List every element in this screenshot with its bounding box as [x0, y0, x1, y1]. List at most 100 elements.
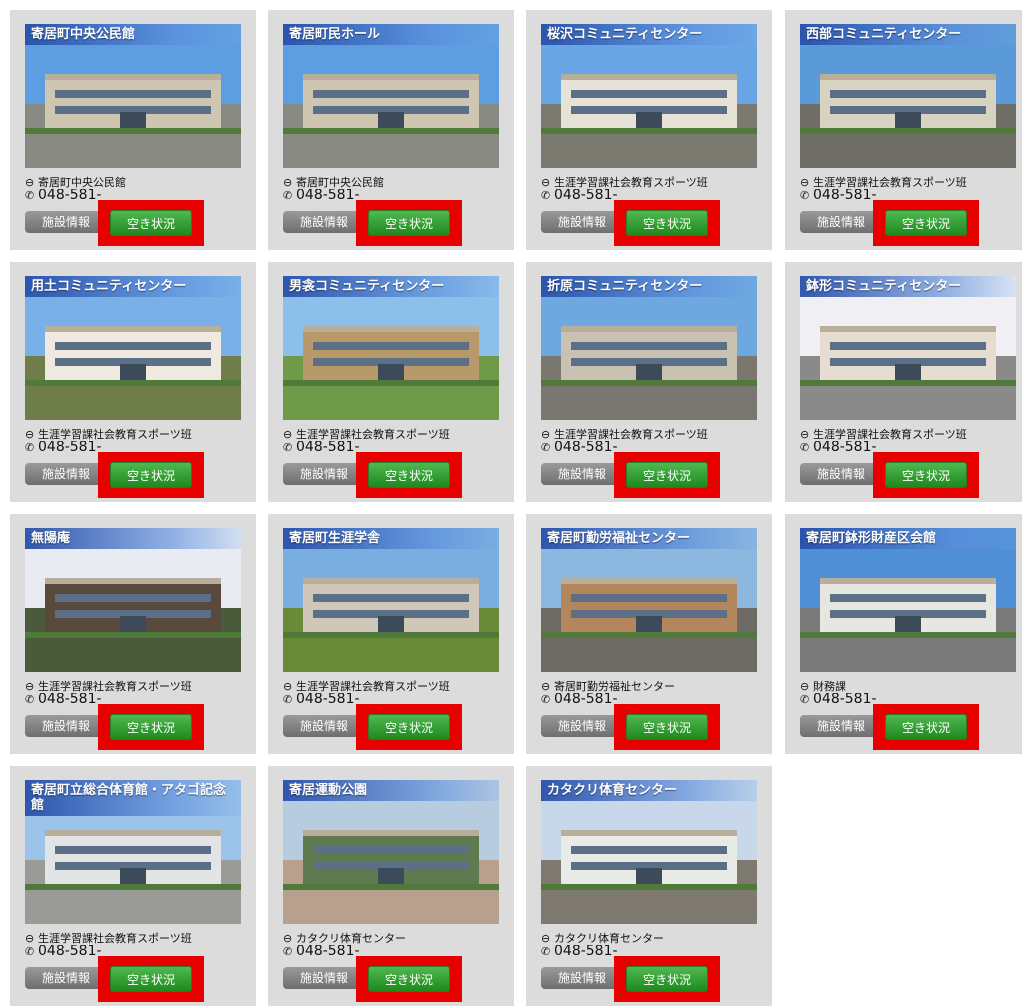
- facility-card-8: 鉢形コミュニティセンター ⊖ 生涯学習課社会教育スポーツ班 ✆ 048-581-…: [785, 262, 1022, 502]
- facility-info-button[interactable]: 施設情報: [800, 211, 882, 233]
- facility-photo[interactable]: 寄居町立総合体育館・アタゴ記念館: [25, 780, 241, 924]
- availability-button[interactable]: 空き状況: [368, 210, 450, 236]
- facility-phone: 048-581-: [813, 441, 877, 454]
- facility-info-button[interactable]: 施設情報: [800, 715, 882, 737]
- facility-contact: ⊖ 寄居町中央公民館 ✆ 048-581-: [283, 176, 505, 202]
- facility-contact: ⊖ 寄居町勤労福祉センター ✆ 048-581-: [541, 680, 763, 706]
- phone-icon: ✆: [541, 945, 551, 958]
- phone-icon: ✆: [25, 693, 35, 706]
- person-circle-icon: ⊖: [283, 680, 293, 693]
- facility-info-button[interactable]: 施設情報: [541, 967, 623, 989]
- person-circle-icon: ⊖: [25, 680, 35, 693]
- facility-photo[interactable]: 鉢形コミュニティセンター: [800, 276, 1016, 420]
- facility-title: 鉢形コミュニティセンター: [800, 276, 1016, 297]
- facility-info-button[interactable]: 施設情報: [541, 715, 623, 737]
- building-photo-icon: [800, 276, 1016, 420]
- facility-info-button[interactable]: 施設情報: [25, 211, 107, 233]
- phone-icon: ✆: [25, 945, 35, 958]
- availability-highlight: 空き状況: [356, 956, 462, 1002]
- person-circle-icon: ⊖: [541, 428, 551, 441]
- facility-contact: ⊖ 寄居町中央公民館 ✆ 048-581-: [25, 176, 247, 202]
- availability-highlight: 空き状況: [98, 704, 204, 750]
- facility-card-5: 用土コミュニティセンター ⊖ 生涯学習課社会教育スポーツ班 ✆ 048-581-…: [10, 262, 256, 502]
- facility-photo[interactable]: 寄居町生涯学舎: [283, 528, 499, 672]
- phone-icon: ✆: [541, 189, 551, 202]
- availability-button[interactable]: 空き状況: [626, 462, 708, 488]
- facility-photo[interactable]: 寄居町勤労福祉センター: [541, 528, 757, 672]
- availability-button[interactable]: 空き状況: [368, 714, 450, 740]
- facility-contact: ⊖ 生涯学習課社会教育スポーツ班 ✆ 048-581-: [800, 176, 1022, 202]
- facility-department: 生涯学習課社会教育スポーツ班: [296, 680, 450, 693]
- availability-button[interactable]: 空き状況: [368, 966, 450, 992]
- facility-photo[interactable]: 折原コミュニティセンター: [541, 276, 757, 420]
- facility-photo[interactable]: 無陽庵: [25, 528, 241, 672]
- availability-highlight: 空き状況: [614, 704, 720, 750]
- facility-photo[interactable]: 寄居町鉢形財産区会館: [800, 528, 1016, 672]
- availability-highlight: 空き状況: [356, 704, 462, 750]
- facility-contact: ⊖ 生涯学習課社会教育スポーツ班 ✆ 048-581-: [800, 428, 1022, 454]
- facility-card-9: 無陽庵 ⊖ 生涯学習課社会教育スポーツ班 ✆ 048-581- 施設情報 空き状…: [10, 514, 256, 754]
- facility-department: カタクリ体育センター: [296, 932, 406, 945]
- phone-icon: ✆: [800, 693, 810, 706]
- person-circle-icon: ⊖: [541, 680, 551, 693]
- facility-contact: ⊖ 生涯学習課社会教育スポーツ班 ✆ 048-581-: [25, 428, 247, 454]
- facility-info-button[interactable]: 施設情報: [25, 463, 107, 485]
- availability-button[interactable]: 空き状況: [885, 714, 967, 740]
- person-circle-icon: ⊖: [283, 428, 293, 441]
- availability-highlight: 空き状況: [873, 200, 979, 246]
- facility-photo[interactable]: 西部コミュニティセンター: [800, 24, 1016, 168]
- availability-highlight: 空き状況: [98, 956, 204, 1002]
- facility-photo[interactable]: 寄居運動公園: [283, 780, 499, 924]
- facility-title: 西部コミュニティセンター: [800, 24, 1016, 45]
- facility-info-button[interactable]: 施設情報: [283, 211, 365, 233]
- person-circle-icon: ⊖: [283, 932, 293, 945]
- facility-title: 寄居運動公園: [283, 780, 499, 801]
- availability-button[interactable]: 空き状況: [885, 462, 967, 488]
- facility-department: 生涯学習課社会教育スポーツ班: [38, 428, 192, 441]
- phone-icon: ✆: [283, 189, 293, 202]
- facility-department: 生涯学習課社会教育スポーツ班: [554, 428, 708, 441]
- facility-info-button[interactable]: 施設情報: [800, 463, 882, 485]
- facility-info-button[interactable]: 施設情報: [541, 211, 623, 233]
- building-photo-icon: [25, 276, 241, 420]
- facility-card-6: 男衾コミュニティセンター ⊖ 生涯学習課社会教育スポーツ班 ✆ 048-581-…: [268, 262, 514, 502]
- facility-photo[interactable]: 用土コミュニティセンター: [25, 276, 241, 420]
- facility-department: 生涯学習課社会教育スポーツ班: [554, 176, 708, 189]
- availability-button[interactable]: 空き状況: [626, 966, 708, 992]
- facility-photo[interactable]: 桜沢コミュニティセンター: [541, 24, 757, 168]
- facility-photo[interactable]: 男衾コミュニティセンター: [283, 276, 499, 420]
- availability-button[interactable]: 空き状況: [885, 210, 967, 236]
- facility-title: 折原コミュニティセンター: [541, 276, 757, 297]
- facility-department: 寄居町中央公民館: [296, 176, 384, 189]
- facility-photo[interactable]: カタクリ体育センター: [541, 780, 757, 924]
- facility-department: 生涯学習課社会教育スポーツ班: [813, 428, 967, 441]
- availability-button[interactable]: 空き状況: [110, 966, 192, 992]
- availability-highlight: 空き状況: [98, 200, 204, 246]
- facility-info-button[interactable]: 施設情報: [25, 967, 107, 989]
- availability-button[interactable]: 空き状況: [368, 462, 450, 488]
- availability-button[interactable]: 空き状況: [110, 462, 192, 488]
- facility-title: 寄居町勤労福祉センター: [541, 528, 757, 549]
- facility-department: 生涯学習課社会教育スポーツ班: [296, 428, 450, 441]
- availability-button[interactable]: 空き状況: [626, 210, 708, 236]
- availability-button[interactable]: 空き状況: [626, 714, 708, 740]
- phone-icon: ✆: [541, 441, 551, 454]
- facility-info-button[interactable]: 施設情報: [541, 463, 623, 485]
- phone-icon: ✆: [283, 693, 293, 706]
- facility-title: 寄居町立総合体育館・アタゴ記念館: [25, 780, 241, 816]
- availability-highlight: 空き状況: [873, 704, 979, 750]
- availability-button[interactable]: 空き状況: [110, 714, 192, 740]
- building-photo-icon: [800, 528, 1016, 672]
- facility-department: 生涯学習課社会教育スポーツ班: [38, 680, 192, 693]
- building-photo-icon: [541, 24, 757, 168]
- facility-info-button[interactable]: 施設情報: [283, 715, 365, 737]
- phone-icon: ✆: [800, 441, 810, 454]
- facility-info-button[interactable]: 施設情報: [25, 715, 107, 737]
- facility-info-button[interactable]: 施設情報: [283, 967, 365, 989]
- facility-photo[interactable]: 寄居町民ホール: [283, 24, 499, 168]
- facility-photo[interactable]: 寄居町中央公民館: [25, 24, 241, 168]
- facility-info-button[interactable]: 施設情報: [283, 463, 365, 485]
- availability-button[interactable]: 空き状況: [110, 210, 192, 236]
- facility-title: 寄居町鉢形財産区会館: [800, 528, 1016, 549]
- building-photo-icon: [25, 24, 241, 168]
